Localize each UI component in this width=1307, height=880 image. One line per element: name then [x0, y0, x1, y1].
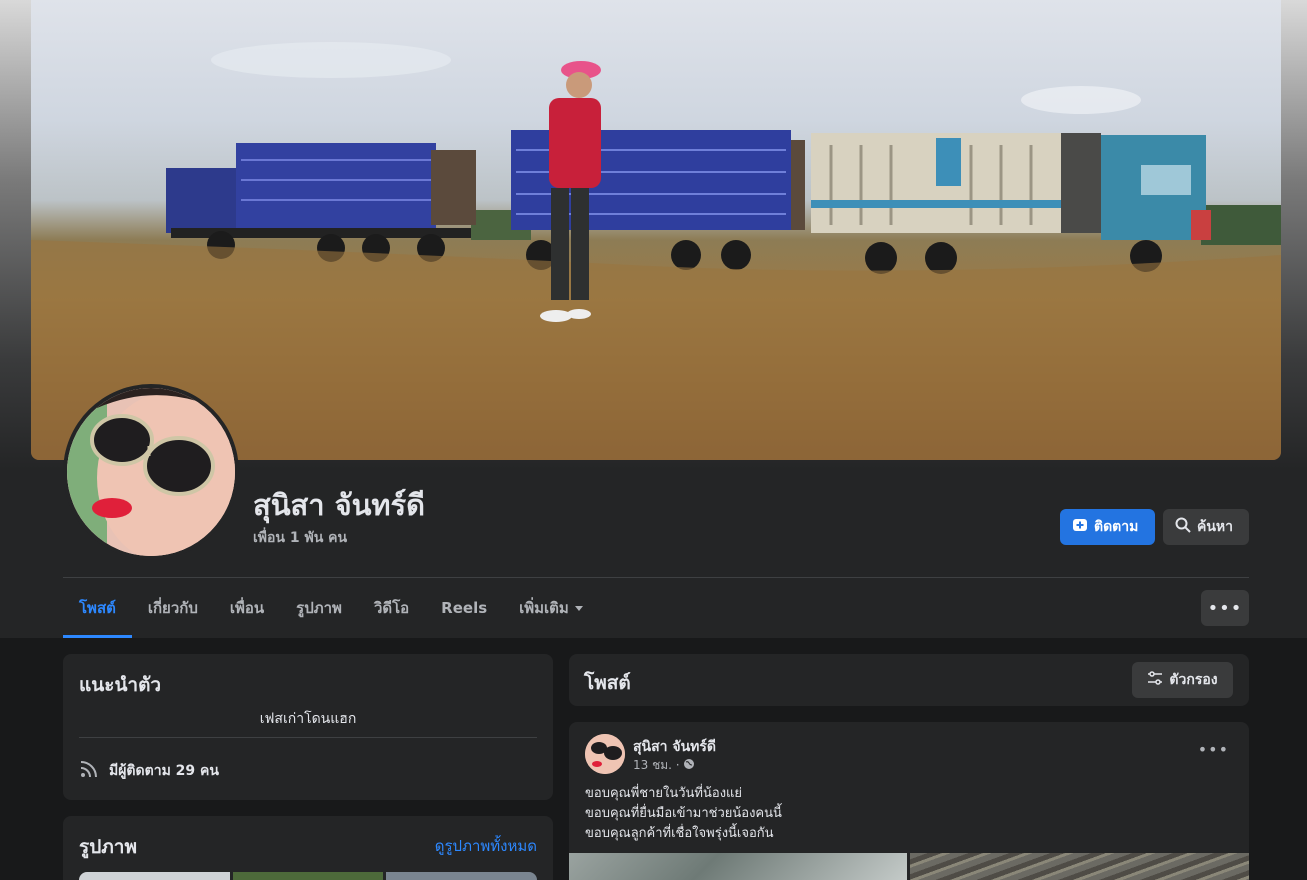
posts-header: โพสต์ ตัวกรอง	[569, 654, 1249, 706]
tab-about[interactable]: เกี่ยวกับ	[132, 578, 214, 638]
post-meta: 13 ชม. ·	[633, 756, 695, 775]
tab-more[interactable]: เพิ่มเติม	[503, 578, 599, 638]
photos-card: รูปภาพ ดูรูปภาพทั้งหมด	[63, 816, 553, 880]
cover-photo-illustration	[31, 42, 1281, 460]
ellipsis-icon: •••	[1197, 740, 1229, 759]
profile-more-button[interactable]: •••	[1201, 590, 1249, 626]
tab-label: เกี่ยวกับ	[147, 599, 198, 617]
posts-title: โพสต์	[584, 672, 631, 694]
post-image[interactable]	[569, 853, 907, 880]
post-author-avatar[interactable]	[585, 734, 625, 774]
profile-name: สุนิสา จันทร์ดี	[253, 488, 425, 522]
intro-title: แนะนำตัว	[79, 674, 162, 696]
ellipsis-icon: •••	[1207, 597, 1243, 619]
caret-down-icon	[574, 605, 583, 611]
profile-avatar[interactable]	[63, 384, 239, 560]
follow-icon	[1072, 517, 1088, 537]
photo-thumbnail[interactable]	[386, 872, 537, 880]
tab-photos[interactable]: รูปภาพ	[280, 578, 358, 638]
cover-photo[interactable]	[31, 0, 1281, 460]
photo-thumbnail[interactable]	[79, 872, 230, 880]
tab-posts[interactable]: โพสต์	[63, 578, 132, 638]
tab-label: เพื่อน	[229, 599, 265, 617]
post-text: ขอบคุณพี่ชายในวันที่น้องแย่ ขอบคุณที่ยื่…	[585, 784, 782, 844]
followers-text: มีผู้ติดตาม 29 คน	[109, 763, 219, 779]
intro-card: แนะนำตัว เฟสเก่าโดนแฮก มีผู้ติดตาม 29 คน	[63, 654, 553, 800]
tab-label: วิดีโอ	[373, 599, 410, 617]
intro-divider	[79, 737, 537, 738]
filter-button[interactable]: ตัวกรอง	[1132, 662, 1233, 698]
globe-icon	[683, 758, 695, 773]
search-label: ค้นหา	[1197, 519, 1234, 535]
filter-icon	[1147, 670, 1163, 690]
follow-label: ติดตาม	[1094, 519, 1139, 535]
intro-bio: เฟสเก่าโดนแฮก	[259, 711, 357, 727]
search-button[interactable]: ค้นหา	[1163, 509, 1249, 545]
tab-label: เพิ่มเติม	[519, 599, 569, 617]
follow-button[interactable]: ติดตาม	[1060, 509, 1155, 545]
post-line: ขอบคุณพี่ชายในวันที่น้องแย่	[585, 786, 743, 801]
post-options-button[interactable]: •••	[1198, 740, 1229, 759]
tab-label: โพสต์	[79, 599, 116, 617]
tab-friends[interactable]: เพื่อน	[214, 578, 280, 638]
post-author-name[interactable]: สุนิสา จันทร์ดี	[633, 736, 716, 758]
photo-grid	[79, 872, 537, 880]
rss-icon	[79, 759, 99, 783]
tab-label: Reels	[441, 599, 488, 617]
post-image[interactable]	[910, 853, 1249, 880]
see-all-photos-link[interactable]: ดูรูปภาพทั้งหมด	[435, 834, 537, 858]
friend-count[interactable]: เพื่อน 1 พัน คน	[253, 527, 347, 549]
followers-row[interactable]: มีผู้ติดตาม 29 คน	[79, 759, 219, 783]
post-line: ขอบคุณลูกค้าที่เชื่อใจพรุ่งนี้เจอกัน	[585, 826, 774, 841]
tab-videos[interactable]: วิดีโอ	[358, 578, 425, 638]
avatar-portrait	[67, 388, 235, 556]
tab-label: รูปภาพ	[296, 599, 342, 617]
profile-tabs: โพสต์ เกี่ยวกับ เพื่อน รูปภาพ วิดีโอ Ree…	[63, 578, 599, 638]
post-line: ขอบคุณที่ยื่นมือเข้ามาช่วยน้องคนนี้	[585, 806, 782, 821]
filter-label: ตัวกรอง	[1169, 672, 1218, 688]
tab-reels[interactable]: Reels	[425, 578, 503, 638]
search-icon	[1175, 517, 1191, 537]
post-card: สุนิสา จันทร์ดี 13 ชม. · ••• ขอบคุณพี่ชา…	[569, 722, 1249, 880]
post-timestamp[interactable]: 13 ชม. ·	[633, 756, 680, 775]
photos-title: รูปภาพ	[79, 836, 137, 858]
photo-thumbnail[interactable]	[232, 872, 384, 880]
